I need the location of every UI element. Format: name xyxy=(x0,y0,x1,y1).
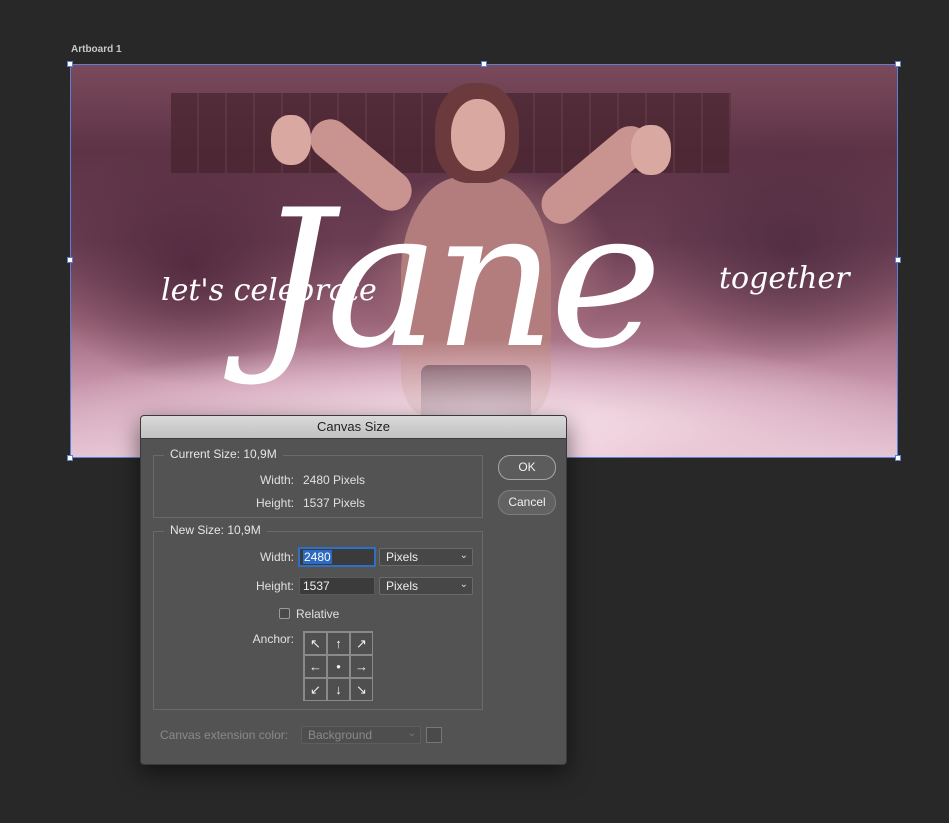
extension-color-swatch[interactable] xyxy=(426,727,442,743)
resize-handle-top-left[interactable] xyxy=(67,61,73,67)
width-unit-select[interactable]: Pixels ⌄ xyxy=(379,548,473,566)
height-unit-select[interactable]: Pixels ⌄ xyxy=(379,577,473,595)
ok-button[interactable]: OK xyxy=(498,455,556,480)
anchor-bottom-left-arrow-icon[interactable]: ↙ xyxy=(304,678,327,701)
anchor-center-dot-icon[interactable]: ● xyxy=(327,655,350,678)
anchor-label: Anchor: xyxy=(252,632,294,646)
current-width-value: 2480 Pixels xyxy=(303,473,366,487)
height-input[interactable]: 1537 xyxy=(299,577,375,595)
extension-color-value: Background xyxy=(308,728,373,742)
person-face xyxy=(451,99,505,171)
person-hand-right xyxy=(631,125,671,175)
current-height-label: Height: xyxy=(255,496,294,510)
artboard-label[interactable]: Artboard 1 xyxy=(71,44,122,55)
artboard-canvas[interactable]: let's celebrate Jane together xyxy=(70,64,898,458)
resize-handle-top-center[interactable] xyxy=(481,61,487,67)
caption-name: Jane xyxy=(256,169,662,390)
width-input-value: 2480 xyxy=(303,550,332,564)
width-unit-value: Pixels xyxy=(386,550,419,564)
anchor-top-arrow-icon[interactable]: ↑ xyxy=(327,632,350,655)
anchor-grid: ↖ ↑ ↗ ← ● → ↙ ↓ ↘ xyxy=(303,631,373,701)
chevron-down-icon: ⌄ xyxy=(459,579,468,590)
height-input-value: 1537 xyxy=(303,579,330,593)
current-size-group: Current Size: 10,9M Width: 2480 Pixels H… xyxy=(153,447,483,518)
resize-handle-bottom-left[interactable] xyxy=(67,455,73,461)
anchor-left-arrow-icon[interactable]: ← xyxy=(304,655,327,678)
anchor-bottom-right-arrow-icon[interactable]: ↘ xyxy=(350,678,373,701)
resize-handle-middle-right[interactable] xyxy=(895,257,901,263)
anchor-top-right-arrow-icon[interactable]: ↗ xyxy=(350,632,373,655)
person-hand-left xyxy=(271,115,311,165)
anchor-right-arrow-icon[interactable]: → xyxy=(350,655,373,678)
extension-color-label: Canvas extension color: xyxy=(160,728,289,742)
anchor-bottom-arrow-icon[interactable]: ↓ xyxy=(327,678,350,701)
cancel-button[interactable]: Cancel xyxy=(498,490,556,515)
current-size-title: Current Size: 10,9M xyxy=(164,447,283,461)
extension-color-select[interactable]: Background ⌄ xyxy=(301,726,421,744)
relative-label[interactable]: Relative xyxy=(296,607,339,621)
resize-handle-top-right[interactable] xyxy=(895,61,901,67)
current-height-value: 1537 Pixels xyxy=(303,496,366,510)
relative-checkbox[interactable] xyxy=(279,608,290,619)
chevron-down-icon: ⌄ xyxy=(459,550,468,561)
resize-handle-bottom-right[interactable] xyxy=(895,455,901,461)
resize-handle-middle-left[interactable] xyxy=(67,257,73,263)
new-width-label: Width: xyxy=(259,550,294,564)
width-input[interactable]: 2480 xyxy=(299,548,375,566)
new-height-label: Height: xyxy=(255,579,294,593)
chevron-down-icon: ⌄ xyxy=(407,728,416,739)
dialog-title: Canvas Size xyxy=(141,416,566,439)
height-unit-value: Pixels xyxy=(386,579,419,593)
current-width-label: Width: xyxy=(259,473,294,487)
new-size-group: New Size: 10,9M Width: 2480 Pixels ⌄ Hei… xyxy=(153,523,483,710)
new-size-title: New Size: 10,9M xyxy=(164,523,267,537)
caption-right: together xyxy=(719,261,850,296)
anchor-top-left-arrow-icon[interactable]: ↖ xyxy=(304,632,327,655)
canvas-size-dialog: Canvas Size Current Size: 10,9M Width: 2… xyxy=(140,415,567,765)
